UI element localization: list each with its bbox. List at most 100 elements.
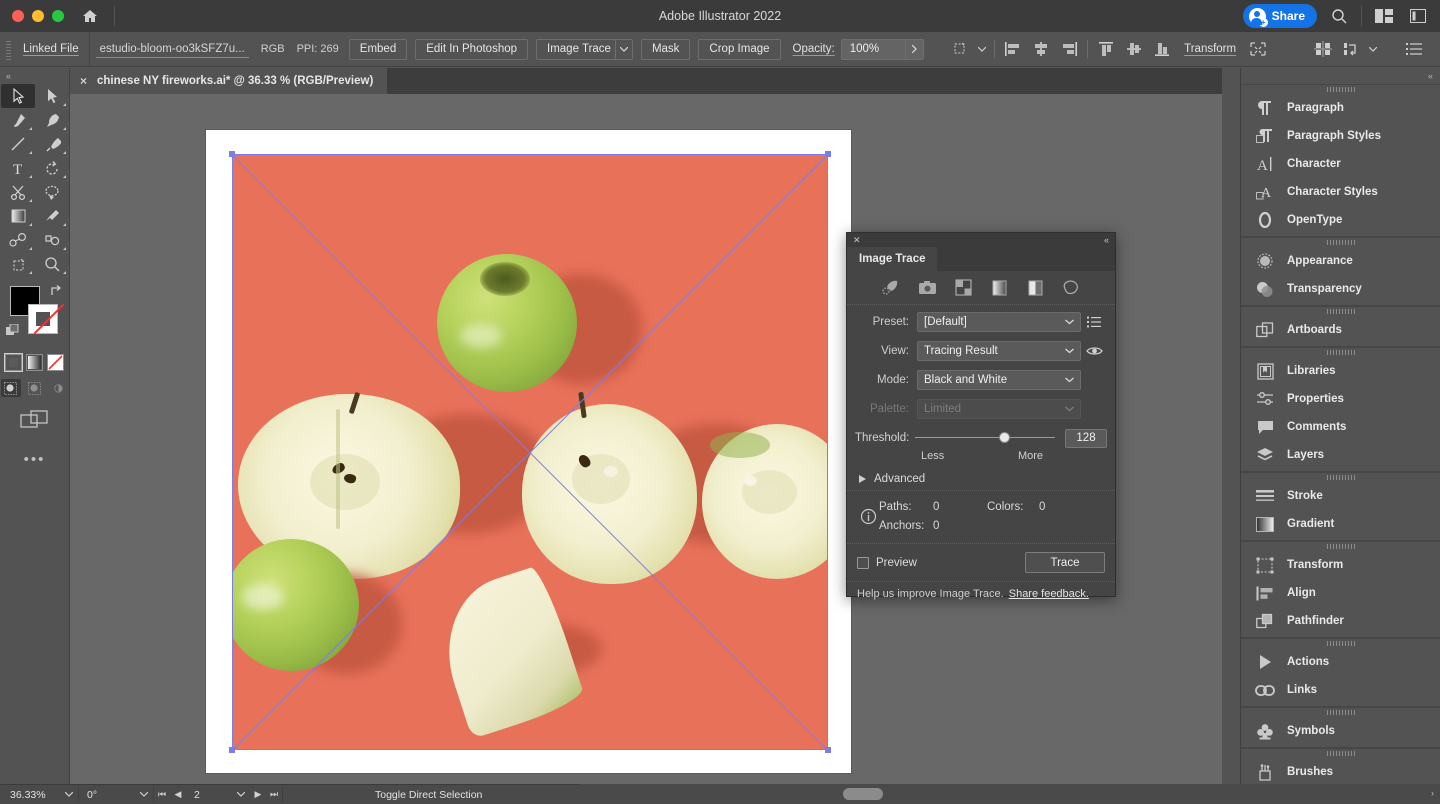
stroke-color-swatch[interactable] <box>28 304 58 334</box>
low-color-icon[interactable] <box>953 279 973 297</box>
blend-tool[interactable] <box>1 228 35 252</box>
opacity-expand-icon[interactable] <box>905 39 923 59</box>
first-artboard-icon[interactable]: ⏮ <box>154 789 170 800</box>
dock-group-drag-handle[interactable] <box>1241 85 1440 94</box>
dock-item-brushes[interactable]: Brushes <box>1241 758 1440 786</box>
selection-handle-tl[interactable] <box>229 151 235 157</box>
view-eye-icon[interactable] <box>1081 345 1107 357</box>
collapse-panel-icon[interactable]: « <box>1104 235 1109 245</box>
crop-image-button[interactable]: Crop Image <box>698 38 781 60</box>
shape-builder-tool[interactable] <box>35 228 69 252</box>
dock-item-actions[interactable]: Actions <box>1241 648 1440 676</box>
preset-select[interactable]: [Default] <box>917 311 1081 332</box>
dock-group-drag-handle[interactable] <box>1241 542 1440 551</box>
linked-file-label[interactable]: Linked File <box>13 43 89 55</box>
color-swatch-button[interactable] <box>4 353 23 372</box>
dock-item-comments[interactable]: Comments <box>1241 413 1440 441</box>
gradient-tool[interactable] <box>1 204 35 228</box>
rotate-tool[interactable] <box>35 156 69 180</box>
embed-button[interactable]: Embed <box>348 38 408 60</box>
close-icon[interactable]: ✕ <box>853 235 861 246</box>
dock-group-drag-handle[interactable] <box>1241 708 1440 717</box>
linked-file-name[interactable]: estudio-bloom-oo3kSFZ7u... <box>95 41 249 58</box>
image-trace-button[interactable]: Image Trace <box>536 38 615 60</box>
arrange-dropdown-icon[interactable] <box>1366 37 1380 61</box>
outline-icon[interactable] <box>1061 279 1081 297</box>
image-trace-panel[interactable]: ✕ « Image Trace Preset: [Default] View: … <box>846 232 1116 600</box>
zoom-tool[interactable] <box>35 252 69 276</box>
dock-item-gradient[interactable]: Gradient <box>1241 510 1440 538</box>
horizontal-scroll-thumb[interactable] <box>843 788 883 800</box>
opacity-field[interactable]: 100% <box>840 38 925 60</box>
align-right-icon[interactable] <box>1056 37 1082 61</box>
preset-menu-icon[interactable] <box>1081 316 1107 328</box>
dock-group-drag-handle[interactable] <box>1241 238 1440 247</box>
selection-tool[interactable] <box>1 84 35 108</box>
dock-item-paragraph[interactable]: Paragraph <box>1241 94 1440 122</box>
screen-mode-button[interactable] <box>0 409 69 433</box>
align-center-vertical-icon[interactable] <box>1121 37 1147 61</box>
panel-icon[interactable] <box>1406 4 1430 28</box>
dock-group-drag-handle[interactable] <box>1241 307 1440 316</box>
scroll-right-icon[interactable]: › <box>1431 788 1434 798</box>
share-feedback-link[interactable]: Share feedback. <box>1009 588 1089 600</box>
control-bar-grip[interactable] <box>4 38 13 60</box>
zoom-dropdown-icon[interactable] <box>60 792 78 797</box>
scissors-tool[interactable] <box>1 180 35 204</box>
dock-item-paragraph-styles[interactable]: Paragraph Styles <box>1241 122 1440 150</box>
previous-artboard-icon[interactable]: ◀ <box>170 789 186 800</box>
view-select[interactable]: Tracing Result <box>917 340 1081 361</box>
align-center-horizontal-icon[interactable] <box>1028 37 1054 61</box>
shape-mode-dropdown-icon[interactable] <box>975 37 989 61</box>
threshold-slider[interactable] <box>915 431 1055 445</box>
dock-item-transform[interactable]: Transform <box>1241 551 1440 579</box>
lasso-tool[interactable] <box>35 180 69 204</box>
gradient-swatch-button[interactable] <box>26 354 43 371</box>
dock-item-opentype[interactable]: OpenType <box>1241 206 1440 234</box>
dock-item-symbols[interactable]: Symbols <box>1241 717 1440 745</box>
dock-group-drag-handle[interactable] <box>1241 639 1440 648</box>
transform-control-label[interactable]: Transform <box>1176 43 1244 55</box>
dock-item-character-styles[interactable]: A Character Styles <box>1241 178 1440 206</box>
high-color-icon[interactable] <box>917 279 937 297</box>
curvature-tool[interactable] <box>35 108 69 132</box>
mode-select[interactable]: Black and White <box>917 369 1081 390</box>
direct-selection-tool[interactable] <box>35 84 69 108</box>
artboard-number-value[interactable]: 2 <box>186 785 232 804</box>
distribute-spacing-icon[interactable] <box>1310 37 1336 61</box>
auto-color-icon[interactable] <box>881 279 901 297</box>
last-artboard-icon[interactable]: ⏭ <box>266 789 282 800</box>
rotation-dropdown-icon[interactable] <box>135 792 153 797</box>
shape-mode-icon[interactable] <box>947 37 973 61</box>
close-icon[interactable]: × <box>80 74 87 88</box>
image-trace-dropdown-button[interactable] <box>614 38 633 60</box>
home-icon[interactable] <box>80 6 100 26</box>
dock-collapse-icon[interactable]: « <box>1241 68 1440 84</box>
dock-item-properties[interactable]: Properties <box>1241 385 1440 413</box>
share-button[interactable]: + Share <box>1242 4 1317 28</box>
dock-item-align[interactable]: Align <box>1241 579 1440 607</box>
maximize-window-button[interactable] <box>52 10 64 22</box>
rotation-value[interactable]: 0° <box>79 785 135 804</box>
edit-in-photoshop-button[interactable]: Edit In Photoshop <box>415 38 529 60</box>
selection-handle-bl[interactable] <box>229 747 235 753</box>
dock-item-layers[interactable]: Layers <box>1241 441 1440 469</box>
threshold-slider-knob[interactable] <box>999 432 1011 443</box>
artboard-dropdown-icon[interactable] <box>232 792 250 797</box>
arrange-icon[interactable] <box>1338 37 1364 61</box>
workspace-icon[interactable] <box>1372 4 1396 28</box>
dock-item-appearance[interactable]: Appearance <box>1241 247 1440 275</box>
trace-button[interactable]: Trace <box>1025 552 1105 573</box>
dock-item-pathfinder[interactable]: Pathfinder <box>1241 607 1440 635</box>
dock-item-links[interactable]: Links <box>1241 676 1440 704</box>
dock-item-character[interactable]: A Character <box>1241 150 1440 178</box>
document-tab[interactable]: × chinese NY fireworks.ai* @ 36.33 % (RG… <box>70 68 388 94</box>
black-white-icon[interactable] <box>1025 279 1045 297</box>
dock-item-transparency[interactable]: Transparency <box>1241 275 1440 303</box>
type-tool[interactable]: T <box>1 156 35 180</box>
toolbar-collapse-icon[interactable]: « <box>0 68 69 84</box>
threshold-value-field[interactable]: 128 <box>1065 428 1107 448</box>
eyedropper-tool[interactable] <box>35 204 69 228</box>
dock-group-drag-handle[interactable] <box>1241 473 1440 482</box>
next-artboard-icon[interactable]: ▶ <box>250 789 266 800</box>
